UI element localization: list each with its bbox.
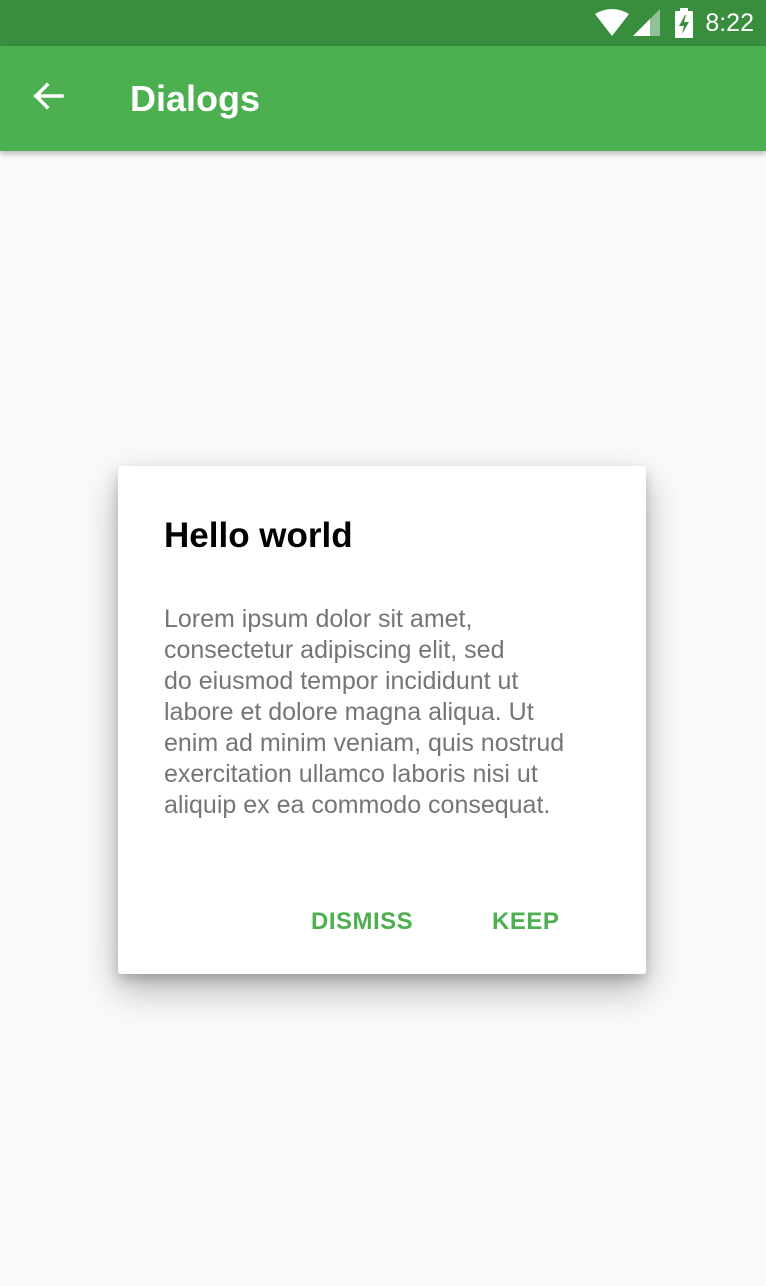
dialog-body: Lorem ipsum dolor sit amet, consectetur … [164, 604, 614, 821]
page-title: Dialogs [130, 78, 261, 119]
dialog-body-line: do eiusmod tempor incididunt ut [164, 667, 519, 695]
dialog-title: Hello world [164, 516, 353, 555]
status-bar: 8:22 [0, 0, 766, 46]
arrow-back-icon [32, 80, 64, 117]
wifi-icon [595, 9, 630, 37]
dialog: Hello world Lorem ipsum dolor sit amet, … [118, 466, 646, 974]
dismiss-button[interactable]: DISMISS [311, 896, 413, 948]
status-icons: 8:22 [595, 0, 754, 46]
dialog-body-line: enim ad minim veniam, quis nostrud [164, 729, 565, 757]
dialog-body-line: Lorem ipsum dolor sit amet, [164, 605, 473, 633]
battery-charging-icon [675, 8, 694, 38]
back-button[interactable] [20, 70, 76, 126]
dialog-body-line: aliquip ex ea commodo consequat. [164, 791, 551, 819]
dialog-body-line: consectetur adipiscing elit, sed [164, 636, 505, 664]
dialog-body-line: exercitation ullamco laboris nisi ut [164, 760, 538, 788]
dialog-body-line: labore et dolore magna aliqua. Ut [164, 698, 534, 726]
dialog-actions: DISMISS KEEP [118, 896, 646, 948]
status-time: 8:22 [705, 8, 754, 37]
keep-button[interactable]: KEEP [492, 896, 559, 948]
cell-signal-icon [633, 9, 661, 37]
app-bar: Dialogs [0, 46, 766, 151]
